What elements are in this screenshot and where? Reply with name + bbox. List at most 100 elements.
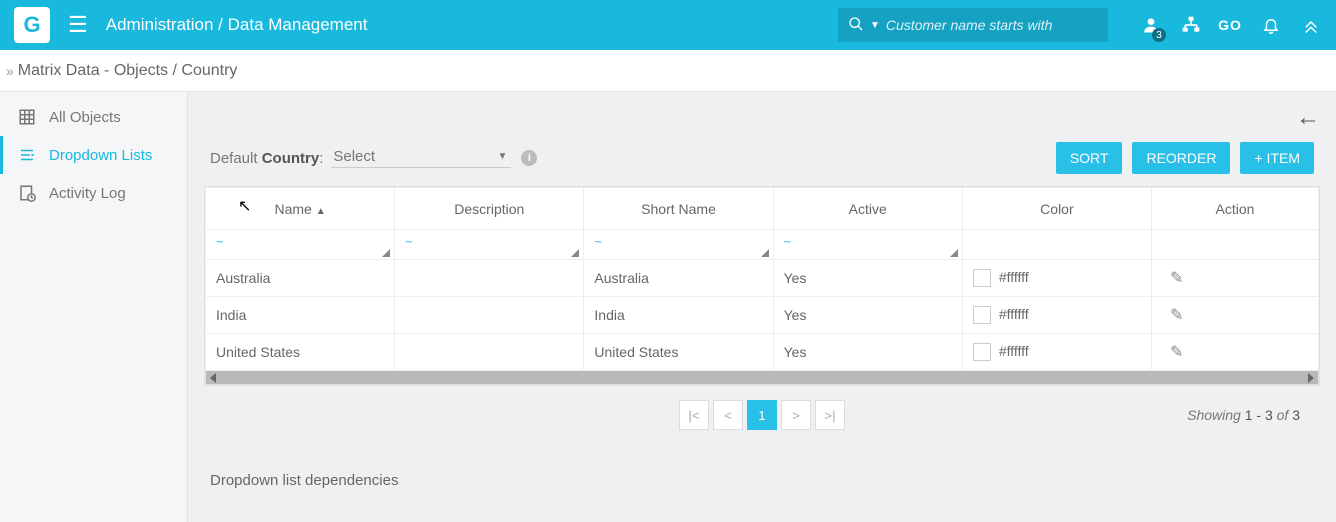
- cell-short-name: India: [584, 297, 773, 334]
- cell-action: ✎: [1152, 297, 1319, 334]
- filter-menu-icon: [382, 249, 390, 257]
- breadcrumb: Administration / Data Management: [106, 15, 368, 35]
- cell-short-name: United States: [584, 334, 773, 371]
- label-colon: :: [319, 150, 323, 167]
- color-hex: #ffffff: [999, 306, 1029, 322]
- pager-info-range: 1 - 3: [1245, 407, 1273, 423]
- filter-cell-short-name[interactable]: ~: [584, 230, 773, 260]
- cell-short-name: Australia: [584, 260, 773, 297]
- edit-icon[interactable]: ✎: [1170, 270, 1183, 287]
- cell-active: Yes: [773, 334, 962, 371]
- color-hex: #ffffff: [999, 269, 1029, 285]
- col-header-short-name[interactable]: Short Name: [584, 188, 773, 230]
- pager-first-button[interactable]: |<: [679, 400, 709, 430]
- sidebar-item-dropdown-lists[interactable]: Dropdown Lists: [0, 136, 187, 174]
- col-header-action[interactable]: Action: [1152, 188, 1319, 230]
- toolbar: Default Country: Select ▼ i ↖ SORT REORD…: [210, 142, 1314, 174]
- table-row: United States United States Yes #ffffff …: [206, 334, 1319, 371]
- activity-log-icon: [17, 184, 37, 202]
- filter-cell-name[interactable]: ~: [206, 230, 395, 260]
- pager-prev-button[interactable]: <: [713, 400, 743, 430]
- pager-page-current[interactable]: 1: [747, 400, 777, 430]
- col-header-active[interactable]: Active: [773, 188, 962, 230]
- user-notifications-icon[interactable]: 3: [1140, 14, 1162, 36]
- filter-tilde-icon: ~: [405, 234, 413, 249]
- filter-cell-active[interactable]: ~: [773, 230, 962, 260]
- pager: |< < 1 > >|: [679, 400, 845, 430]
- search-input[interactable]: [886, 17, 1098, 33]
- search-box[interactable]: ▼: [838, 8, 1108, 42]
- cell-color: #ffffff: [962, 334, 1151, 371]
- cell-active: Yes: [773, 297, 962, 334]
- expand-sidebar-icon[interactable]: »: [6, 63, 14, 79]
- col-header-name[interactable]: Name ▲: [206, 188, 395, 230]
- dropdown-caret-icon: ▼: [870, 20, 880, 31]
- select-placeholder: Select: [333, 148, 375, 165]
- sort-button[interactable]: SORT: [1056, 142, 1123, 174]
- filter-tilde-icon: ~: [784, 234, 792, 249]
- filter-tilde-icon: ~: [594, 234, 602, 249]
- filter-cell-color[interactable]: [962, 230, 1151, 260]
- sort-asc-icon: ▲: [316, 206, 326, 217]
- filter-tilde-icon: ~: [216, 234, 224, 249]
- cell-action: ✎: [1152, 334, 1319, 371]
- sidebar-item-all-objects[interactable]: All Objects: [0, 98, 187, 136]
- filter-cell-action: [1152, 230, 1319, 260]
- label-bold: Country: [262, 150, 320, 167]
- pager-last-button[interactable]: >|: [815, 400, 845, 430]
- menu-icon[interactable]: ☰: [68, 12, 88, 38]
- edit-icon[interactable]: ✎: [1170, 344, 1183, 361]
- cell-name: United States: [206, 334, 395, 371]
- search-icon: [848, 16, 864, 35]
- cell-active: Yes: [773, 260, 962, 297]
- header-text: Name: [274, 201, 311, 217]
- color-swatch: [973, 269, 991, 287]
- horizontal-scrollbar[interactable]: [205, 371, 1319, 385]
- bell-icon[interactable]: [1260, 14, 1282, 36]
- edit-icon[interactable]: ✎: [1170, 307, 1183, 324]
- pager-info-mid: of: [1273, 407, 1292, 423]
- content-area: All Objects Dropdown Lists Activity Log …: [0, 92, 1336, 522]
- pager-next-button[interactable]: >: [781, 400, 811, 430]
- col-header-description[interactable]: Description: [395, 188, 584, 230]
- collapse-up-icon[interactable]: [1300, 14, 1322, 36]
- sidebar-item-label: Activity Log: [49, 185, 126, 202]
- col-header-color[interactable]: Color: [962, 188, 1151, 230]
- color-swatch: [973, 306, 991, 324]
- logo-letter: G: [23, 12, 40, 38]
- page-title: Matrix Data - Objects / Country: [18, 62, 238, 80]
- sidebar-item-activity-log[interactable]: Activity Log: [0, 174, 187, 212]
- table-row: India India Yes #ffffff ✎: [206, 297, 1319, 334]
- main-panel: ← Default Country: Select ▼ i ↖ SORT REO…: [188, 92, 1336, 522]
- reorder-button[interactable]: REORDER: [1132, 142, 1230, 174]
- table-row: Australia Australia Yes #ffffff ✎: [206, 260, 1319, 297]
- cell-name: Australia: [206, 260, 395, 297]
- filter-cell-description[interactable]: ~: [395, 230, 584, 260]
- add-item-button[interactable]: + ITEM: [1240, 142, 1314, 174]
- sidebar-item-label: Dropdown Lists: [49, 147, 152, 164]
- list-icon: [17, 146, 37, 164]
- filter-menu-icon: [761, 249, 769, 257]
- sidebar: All Objects Dropdown Lists Activity Log: [0, 92, 188, 522]
- pager-info-prefix: Showing: [1187, 407, 1245, 423]
- cell-description: [395, 260, 584, 297]
- cell-action: ✎: [1152, 260, 1319, 297]
- app-logo[interactable]: G: [14, 7, 50, 43]
- pager-info-total: 3: [1292, 407, 1300, 423]
- filter-menu-icon: [571, 249, 579, 257]
- notification-badge: 3: [1152, 28, 1166, 42]
- cell-description: [395, 297, 584, 334]
- info-icon[interactable]: i: [521, 150, 537, 166]
- cell-color: #ffffff: [962, 297, 1151, 334]
- go-button[interactable]: GO: [1220, 14, 1242, 36]
- grid-icon: [17, 108, 37, 126]
- label-prefix: Default: [210, 150, 262, 167]
- default-country-select[interactable]: Select ▼: [331, 148, 511, 168]
- cell-color: #ffffff: [962, 260, 1151, 297]
- cell-name: India: [206, 297, 395, 334]
- org-icon[interactable]: [1180, 14, 1202, 36]
- pager-info: Showing 1 - 3 of 3: [1187, 407, 1300, 423]
- top-bar: G ☰ Administration / Data Management ▼ 3…: [0, 0, 1336, 50]
- back-arrow-icon[interactable]: ←: [1296, 104, 1320, 132]
- color-swatch: [973, 343, 991, 361]
